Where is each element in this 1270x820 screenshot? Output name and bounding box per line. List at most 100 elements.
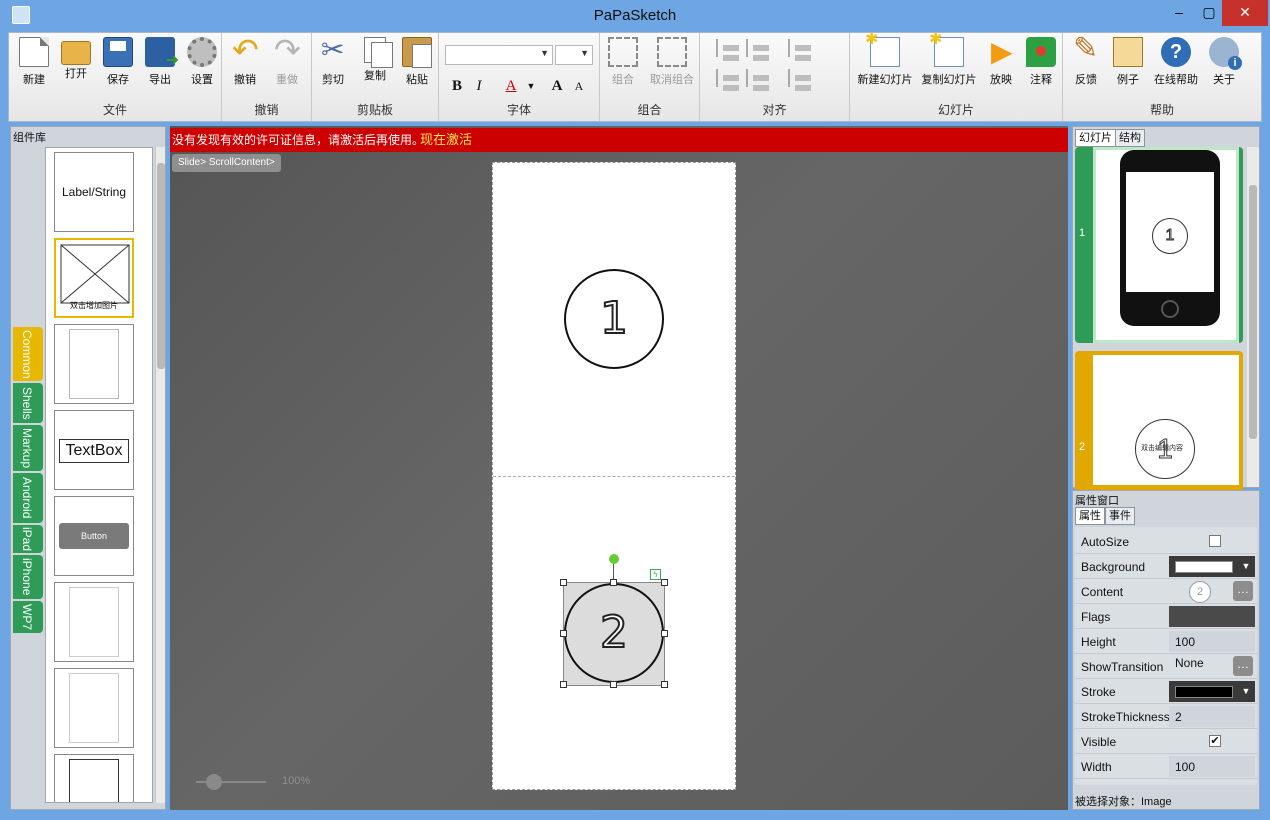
cut-label: 剪切 bbox=[322, 74, 344, 86]
play-icon bbox=[986, 35, 1016, 68]
component-button[interactable]: Button bbox=[54, 496, 134, 576]
width-field[interactable]: 100 bbox=[1169, 756, 1255, 777]
chevron-down-icon: ▼ bbox=[580, 48, 589, 58]
tab-common[interactable]: Common bbox=[13, 327, 43, 381]
resize-handle-s[interactable] bbox=[610, 681, 617, 688]
open-button[interactable]: 打开 bbox=[55, 37, 97, 81]
feedback-button[interactable]: 反馈 bbox=[1065, 31, 1107, 87]
save-button[interactable]: 保存 bbox=[97, 37, 139, 87]
paste-button[interactable]: 粘贴 bbox=[396, 37, 438, 87]
component-label[interactable]: Label/String bbox=[54, 152, 134, 232]
export-button[interactable]: 导出 bbox=[139, 37, 181, 87]
group-font: ▼ ▼ B I A ▼ A A 字体 bbox=[439, 33, 600, 121]
selected-image[interactable]: 2 bbox=[563, 582, 665, 686]
chevron-down-icon[interactable]: ▼ bbox=[1239, 683, 1253, 700]
tab-iphone[interactable]: iPhone bbox=[13, 555, 43, 599]
new-slide-button[interactable]: 新建幻灯片 bbox=[854, 29, 916, 87]
group-label-slides: 幻灯片 bbox=[937, 103, 974, 117]
strokethickness-field[interactable]: 2 bbox=[1169, 706, 1255, 727]
annotate-button[interactable]: 注释 bbox=[1020, 37, 1062, 87]
tab-markup[interactable]: Markup bbox=[13, 425, 43, 471]
design-canvas[interactable]: 没有发现有效的许可证信息，请激活后再使用。 现在激活 Slide> Scroll… bbox=[170, 126, 1068, 810]
autosize-checkbox[interactable] bbox=[1209, 535, 1221, 547]
component-card[interactable] bbox=[54, 668, 134, 748]
resize-handle-e[interactable] bbox=[661, 630, 668, 637]
height-field[interactable]: 100 bbox=[1169, 631, 1255, 652]
resize-handle-n[interactable] bbox=[610, 579, 617, 586]
prop-name-width: Width bbox=[1081, 760, 1112, 774]
redo-button[interactable]: 重做 bbox=[266, 31, 308, 87]
resize-handle-se[interactable] bbox=[661, 681, 668, 688]
tab-properties[interactable]: 属性 bbox=[1075, 507, 1105, 525]
tab-events[interactable]: 事件 bbox=[1105, 507, 1135, 525]
showtransition-edit-button[interactable]: … bbox=[1233, 656, 1253, 676]
tab-ipad[interactable]: iPad bbox=[13, 525, 43, 553]
font-size-select[interactable]: ▼ bbox=[555, 45, 593, 65]
rotation-handle[interactable] bbox=[609, 554, 619, 564]
new-button[interactable]: 新建 bbox=[13, 37, 55, 87]
settings-button[interactable]: 设置 bbox=[181, 37, 223, 87]
chevron-down-icon[interactable]: ▼ bbox=[1239, 558, 1253, 575]
align-middle-button[interactable] bbox=[736, 69, 778, 91]
zoom-control: 100% bbox=[196, 774, 336, 790]
tab-android[interactable]: Android bbox=[13, 473, 43, 523]
component-textbox[interactable]: TextBox bbox=[54, 410, 134, 490]
breadcrumb[interactable]: Slide> ScrollContent> bbox=[172, 154, 281, 172]
background-color-picker[interactable]: ▼ bbox=[1169, 556, 1255, 577]
maximize-button[interactable]: ▢ bbox=[1194, 0, 1224, 26]
examples-button[interactable]: 例子 bbox=[1107, 37, 1149, 87]
resize-handle-ne[interactable] bbox=[661, 579, 668, 586]
circle-image-2[interactable]: 2 bbox=[564, 583, 664, 683]
cut-button[interactable]: 剪切 bbox=[312, 33, 354, 87]
resize-handle-sw[interactable] bbox=[560, 681, 567, 688]
group-button[interactable]: 组合 bbox=[602, 37, 644, 87]
tab-shells[interactable]: Shells bbox=[13, 383, 43, 423]
content-edit-button[interactable]: … bbox=[1233, 581, 1253, 601]
copy-button[interactable]: 复制 bbox=[354, 37, 396, 83]
tab-wp7[interactable]: WP7 bbox=[13, 601, 43, 633]
ungroup-button[interactable]: 取消组合 bbox=[646, 37, 698, 87]
visible-checkbox[interactable]: ✔ bbox=[1209, 735, 1221, 747]
circle-image-1[interactable]: 1 bbox=[564, 269, 664, 369]
tab-structure[interactable]: 结构 bbox=[1115, 129, 1145, 147]
undo-button[interactable]: 撤销 bbox=[224, 31, 266, 87]
shrink-font-button[interactable]: A bbox=[569, 75, 589, 97]
prop-autosize: AutoSize bbox=[1075, 529, 1257, 554]
distribute-h-button[interactable] bbox=[778, 39, 820, 61]
copy-label: 复制 bbox=[364, 70, 386, 82]
copy-slide-button[interactable]: 复制幻灯片 bbox=[918, 29, 980, 87]
font-color-button[interactable]: A bbox=[501, 75, 521, 97]
activate-now-link[interactable]: 现在激活 bbox=[420, 128, 472, 152]
zoom-slider-knob[interactable] bbox=[206, 774, 222, 790]
italic-button[interactable]: I bbox=[469, 75, 489, 97]
resize-handle-nw[interactable] bbox=[560, 579, 567, 586]
font-family-select[interactable]: ▼ bbox=[445, 45, 553, 65]
flags-field[interactable] bbox=[1169, 606, 1255, 627]
resize-handle-w[interactable] bbox=[560, 630, 567, 637]
library-scrollbar[interactable] bbox=[155, 147, 165, 803]
component-panel[interactable] bbox=[54, 324, 134, 404]
slides-scroll-thumb[interactable] bbox=[1249, 185, 1257, 439]
font-color-dropdown[interactable]: ▼ bbox=[521, 75, 541, 97]
slide-page[interactable]: 1 2 ϟ bbox=[492, 162, 736, 790]
slide-thumbnail-1[interactable]: 1 1 bbox=[1075, 147, 1243, 343]
distribute-v-button[interactable] bbox=[778, 69, 820, 91]
lightning-icon[interactable]: ϟ bbox=[650, 569, 661, 580]
grow-font-button[interactable]: A bbox=[547, 75, 567, 97]
bold-button[interactable]: B bbox=[447, 75, 467, 97]
tab-slides[interactable]: 幻灯片 bbox=[1075, 129, 1116, 147]
phone-screen: 1 bbox=[1126, 172, 1214, 292]
slides-scrollbar[interactable] bbox=[1247, 147, 1259, 487]
library-scroll-thumb[interactable] bbox=[157, 163, 165, 369]
component-paragraph[interactable] bbox=[54, 582, 134, 662]
close-button[interactable]: ✕ bbox=[1222, 0, 1268, 26]
minimize-button[interactable]: ‒ bbox=[1164, 0, 1194, 26]
align-center-button[interactable] bbox=[736, 39, 778, 61]
online-help-button[interactable]: ? 在线帮助 bbox=[1151, 37, 1201, 87]
stroke-color-picker[interactable]: ▼ bbox=[1169, 681, 1255, 702]
play-button[interactable]: 放映 bbox=[980, 35, 1022, 87]
component-image[interactable]: 双击增加图片 bbox=[54, 238, 134, 318]
component-frame[interactable] bbox=[54, 754, 134, 802]
about-button[interactable]: 关于 bbox=[1203, 37, 1245, 87]
ribbon-toolbar: 新建 打开 保存 导出 设置 文件 撤销 重做 撤销 剪切 复制 粘贴 剪贴板 … bbox=[8, 29, 1262, 122]
